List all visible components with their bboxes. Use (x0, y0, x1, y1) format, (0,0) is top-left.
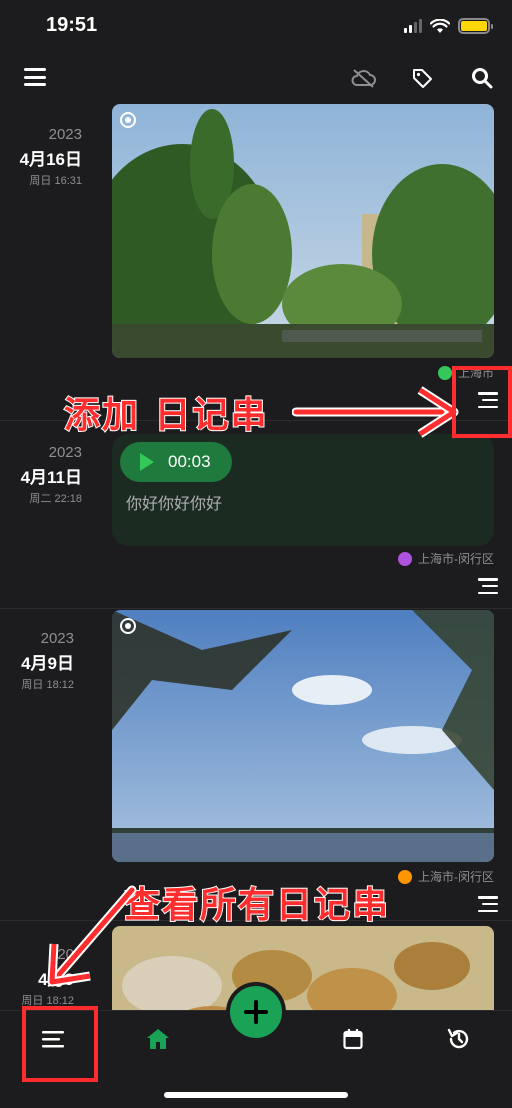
annotation-arrow-right (292, 386, 459, 438)
food-photo (112, 926, 494, 1010)
live-photo-icon (120, 618, 136, 634)
diary-entry[interactable]: 2023 4月9日 周日 18:12 上海市-闵行区 (0, 608, 512, 918)
entry-text: 你好你好你好 (126, 494, 223, 513)
add-icon (244, 1000, 268, 1024)
entry-date: 2023 4月16日 周日 16:31 (0, 126, 82, 188)
signal-icon (404, 19, 422, 33)
add-entry-button[interactable] (230, 986, 282, 1038)
park-photo (112, 104, 494, 358)
entry-location: 上海市-闵行区 (398, 868, 494, 885)
audio-duration: 00:03 (168, 452, 211, 471)
mood-icon (437, 365, 452, 380)
entry-photo[interactable] (112, 926, 494, 1010)
status-time: 19:51 (46, 14, 98, 36)
annotation-highlight-box (22, 1006, 98, 1082)
audio-card[interactable]: 00:03 你好你好你好 (112, 434, 494, 546)
live-photo-icon (120, 112, 136, 128)
annotation-view-all: 查看所有日记串 (123, 884, 391, 927)
entry-date: 2023 4月11日 周二 22:18 (0, 444, 82, 506)
entry-photo[interactable] (112, 104, 494, 358)
battery-icon (458, 18, 493, 34)
status-bar: 19:51 (0, 0, 512, 54)
entry-year: 2023 (48, 126, 82, 143)
mood-icon (398, 869, 412, 884)
diary-entry[interactable]: 2023 4月16日 周日 16:31 上海市 (0, 104, 512, 420)
thread-menu-button[interactable] (476, 578, 498, 594)
search-icon[interactable] (468, 64, 496, 92)
history-icon[interactable] (446, 1026, 472, 1052)
entry-year: 2023 (40, 630, 74, 647)
entry-location: 上海市-闵行区 (398, 550, 494, 567)
wifi-icon (430, 18, 450, 33)
top-bar (0, 60, 512, 96)
thread-menu-button[interactable] (476, 896, 498, 912)
home-icon[interactable] (145, 1026, 171, 1052)
cloud-off-icon[interactable] (350, 64, 378, 92)
entry-day: 4月16日 (19, 150, 82, 169)
annotation-arrow-down-left (47, 885, 137, 987)
diary-entry[interactable]: 2023 4月11日 周二 22:18 00:03 你好你好你好 上海市-闵行区 (0, 430, 512, 606)
annotation-add-thread: 添加 日记串 (63, 394, 269, 437)
entry-year: 2023 (48, 444, 82, 461)
audio-play-button[interactable]: 00:03 (120, 442, 232, 482)
location-text: 上海市-闵行区 (418, 552, 494, 566)
entry-time: 周日 16:31 (29, 175, 82, 187)
entry-time: 周二 22:18 (29, 493, 82, 505)
entry-time: 周日 18:12 (21, 679, 74, 691)
home-indicator (164, 1092, 348, 1098)
calendar-icon[interactable] (340, 1026, 366, 1052)
lake-photo (112, 610, 494, 862)
entry-day: 4月9日 (21, 654, 74, 673)
status-icons (404, 18, 493, 34)
entry-date: 2023 4月9日 周日 18:12 (0, 630, 74, 692)
tag-icon[interactable] (408, 64, 436, 92)
play-icon (140, 453, 154, 471)
location-text: 上海市-闵行区 (418, 870, 494, 884)
entry-day: 4月11日 (20, 468, 82, 487)
annotation-highlight-box (452, 366, 512, 438)
entry-photo[interactable] (112, 610, 494, 862)
mood-icon (398, 551, 412, 566)
hamburger-icon[interactable] (24, 68, 46, 86)
